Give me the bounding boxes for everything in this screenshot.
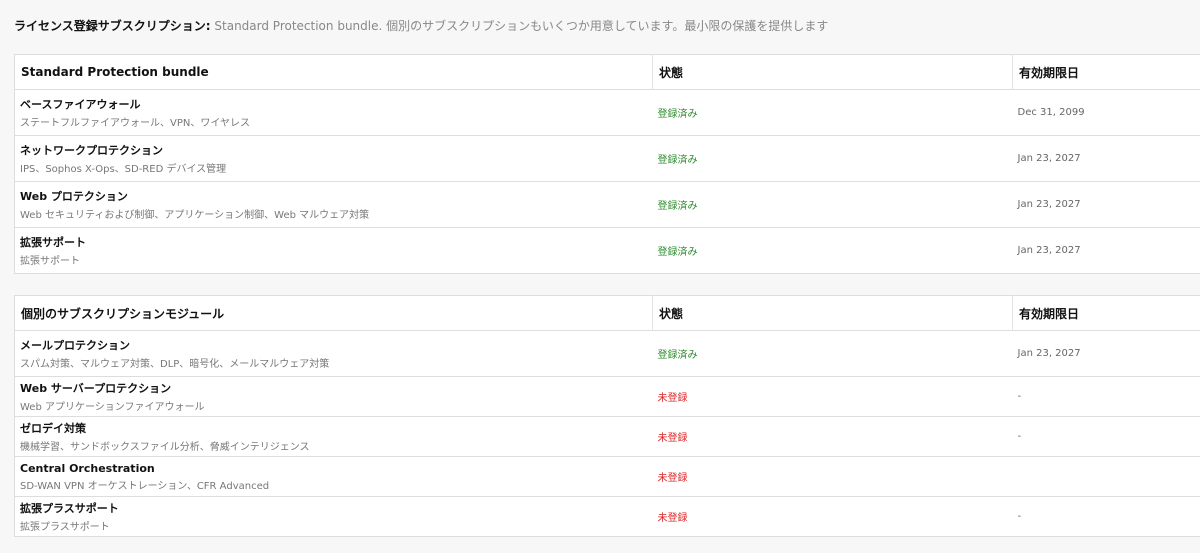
table-row: ゼロデイ対策 機械学習、サンドボックスファイル分析、脅威インテリジェンス 未登録 … bbox=[14, 416, 1200, 457]
status-badge: 登録済み bbox=[652, 89, 1013, 136]
subscription-name: ベースファイアウォール bbox=[20, 98, 141, 111]
expiry-date: - bbox=[1012, 416, 1200, 457]
table-row: メールプロテクションスパム対策、マルウェア対策、DLP、暗号化、メールマルウェア… bbox=[14, 330, 1200, 377]
expiry-date: Dec 31, 2099 bbox=[1012, 89, 1200, 136]
table-row: 拡張プラスサポート 拡張プラスサポート 未登録 - bbox=[14, 496, 1200, 537]
expiry-date: - bbox=[1012, 496, 1200, 537]
subscription-name: ゼロデイ対策 bbox=[20, 422, 86, 435]
subscription-name: メールプロテクション bbox=[20, 339, 130, 352]
status-badge: 登録済み bbox=[652, 181, 1013, 228]
expiry-date: Jan 23, 2027 bbox=[1012, 135, 1200, 182]
col-module: 個別のサブスクリプションモジュール bbox=[14, 295, 653, 331]
subscription-desc: スパム対策、マルウェア対策、DLP、暗号化、メールマルウェア対策 bbox=[20, 359, 330, 370]
subscription-desc: SD-WAN VPN オーケストレーション、CFR Advanced bbox=[20, 480, 270, 492]
subscription-desc: 拡張サポート bbox=[20, 256, 80, 267]
modules-table: 個別のサブスクリプションモジュール 状態 有効期限日 メールプロテクションスパム… bbox=[14, 295, 1200, 537]
table-row: 拡張サポート 拡張サポート 登録済み Jan 23, 2027 bbox=[14, 227, 1200, 274]
expiry-date: - bbox=[1012, 376, 1200, 417]
table-row: ネットワークプロテクション IPS、Sophos X-Ops、SD-RED デバイ… bbox=[14, 135, 1200, 182]
col-bundle: Standard Protection bundle bbox=[14, 54, 653, 90]
expiry-date: Jan 23, 2027 bbox=[1012, 227, 1200, 274]
intro-label: ライセンス登録サブスクリプション: bbox=[14, 19, 211, 33]
table-row: Web プロテクション Web セキュリティおよび制御、アプリケーション制御、We… bbox=[14, 181, 1200, 228]
col-status: 状態 bbox=[652, 54, 1013, 90]
table-row: Web サーバープロテクション Web アプリケーションファイアウォール 未登録 … bbox=[14, 376, 1200, 417]
subscription-desc: Web アプリケーションファイアウォール bbox=[20, 402, 205, 413]
expiry-date: Jan 23, 2027 bbox=[1012, 181, 1200, 228]
subscription-desc: IPS、Sophos X-Ops、SD-RED デバイス管理 bbox=[20, 164, 227, 175]
subscription-name: 拡張サポート bbox=[20, 236, 86, 249]
subscription-name: Central Orchestration bbox=[20, 461, 155, 475]
status-badge: 登録済み bbox=[652, 135, 1013, 182]
subscription-desc: Web セキュリティおよび制御、アプリケーション制御、Web マルウェア対策 bbox=[20, 210, 370, 221]
table-row: ベースファイアウォールステートフルファイアウォール、VPN、ワイヤレス 登録済み… bbox=[14, 89, 1200, 136]
status-badge: 未登録 bbox=[652, 456, 1013, 497]
subscription-name: 拡張プラスサポート bbox=[20, 502, 119, 515]
expiry-date: Jan 23, 2027 bbox=[1012, 330, 1200, 377]
col-expiry: 有効期限日 bbox=[1012, 54, 1200, 90]
bundle-table: Standard Protection bundle 状態 有効期限日 ベースフ… bbox=[14, 54, 1200, 274]
status-badge: 未登録 bbox=[652, 416, 1013, 457]
license-intro: ライセンス登録サブスクリプション: Standard Protection bu… bbox=[14, 17, 828, 34]
col-expiry: 有効期限日 bbox=[1012, 295, 1200, 331]
col-status: 状態 bbox=[652, 295, 1013, 331]
intro-text: Standard Protection bundle. 個別のサブスクリプション… bbox=[214, 19, 829, 33]
subscription-name: Web サーバープロテクション bbox=[20, 382, 172, 395]
subscription-name: ネットワークプロテクション bbox=[20, 144, 163, 157]
expiry-date bbox=[1012, 456, 1200, 497]
subscription-name: Web プロテクション bbox=[20, 190, 128, 203]
status-badge: 未登録 bbox=[652, 496, 1013, 537]
status-badge: 未登録 bbox=[652, 376, 1013, 417]
subscription-desc: ステートフルファイアウォール、VPN、ワイヤレス bbox=[20, 118, 251, 129]
table-row: Central Orchestration SD-WAN VPN オーケストレーシ… bbox=[14, 456, 1200, 497]
status-badge: 登録済み bbox=[652, 227, 1013, 274]
status-badge: 登録済み bbox=[652, 330, 1013, 377]
subscription-desc: 機械学習、サンドボックスファイル分析、脅威インテリジェンス bbox=[20, 442, 310, 453]
subscription-desc: 拡張プラスサポート bbox=[20, 522, 110, 533]
